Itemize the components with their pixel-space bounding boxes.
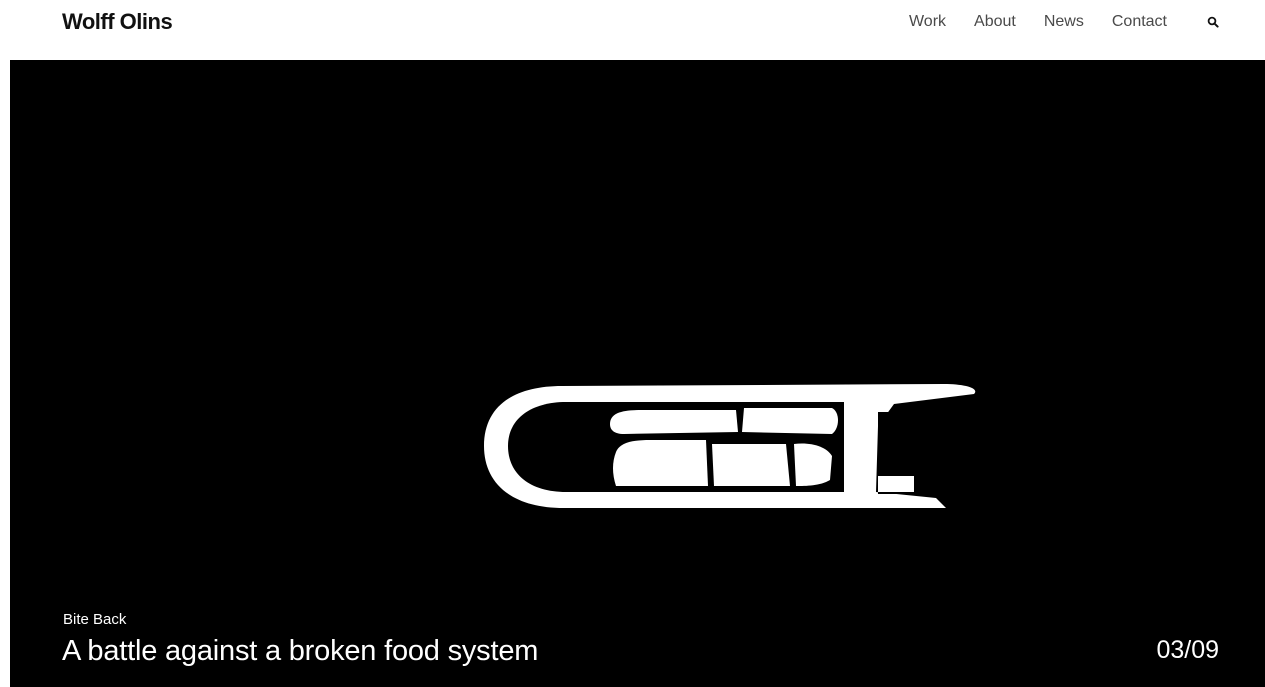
nav-item-contact[interactable]: Contact [1112, 13, 1167, 31]
logo[interactable]: Wolff Olins [62, 9, 173, 35]
bite-back-graphic [484, 384, 976, 508]
search-icon [1207, 16, 1219, 28]
hero-slide[interactable]: Bite Back A battle against a broken food… [10, 60, 1265, 687]
main-nav: Work About News Contact [909, 0, 1265, 44]
search-button[interactable] [1205, 14, 1221, 30]
slide-counter: 03/09 [1156, 636, 1219, 664]
site-header: Wolff Olins Work About News Contact [0, 0, 1265, 60]
slide-headline[interactable]: A battle against a broken food system [62, 635, 538, 668]
nav-item-about[interactable]: About [974, 13, 1016, 31]
nav-item-news[interactable]: News [1044, 13, 1084, 31]
slide-eyebrow: Bite Back [63, 611, 127, 628]
nav-item-work[interactable]: Work [909, 13, 946, 31]
